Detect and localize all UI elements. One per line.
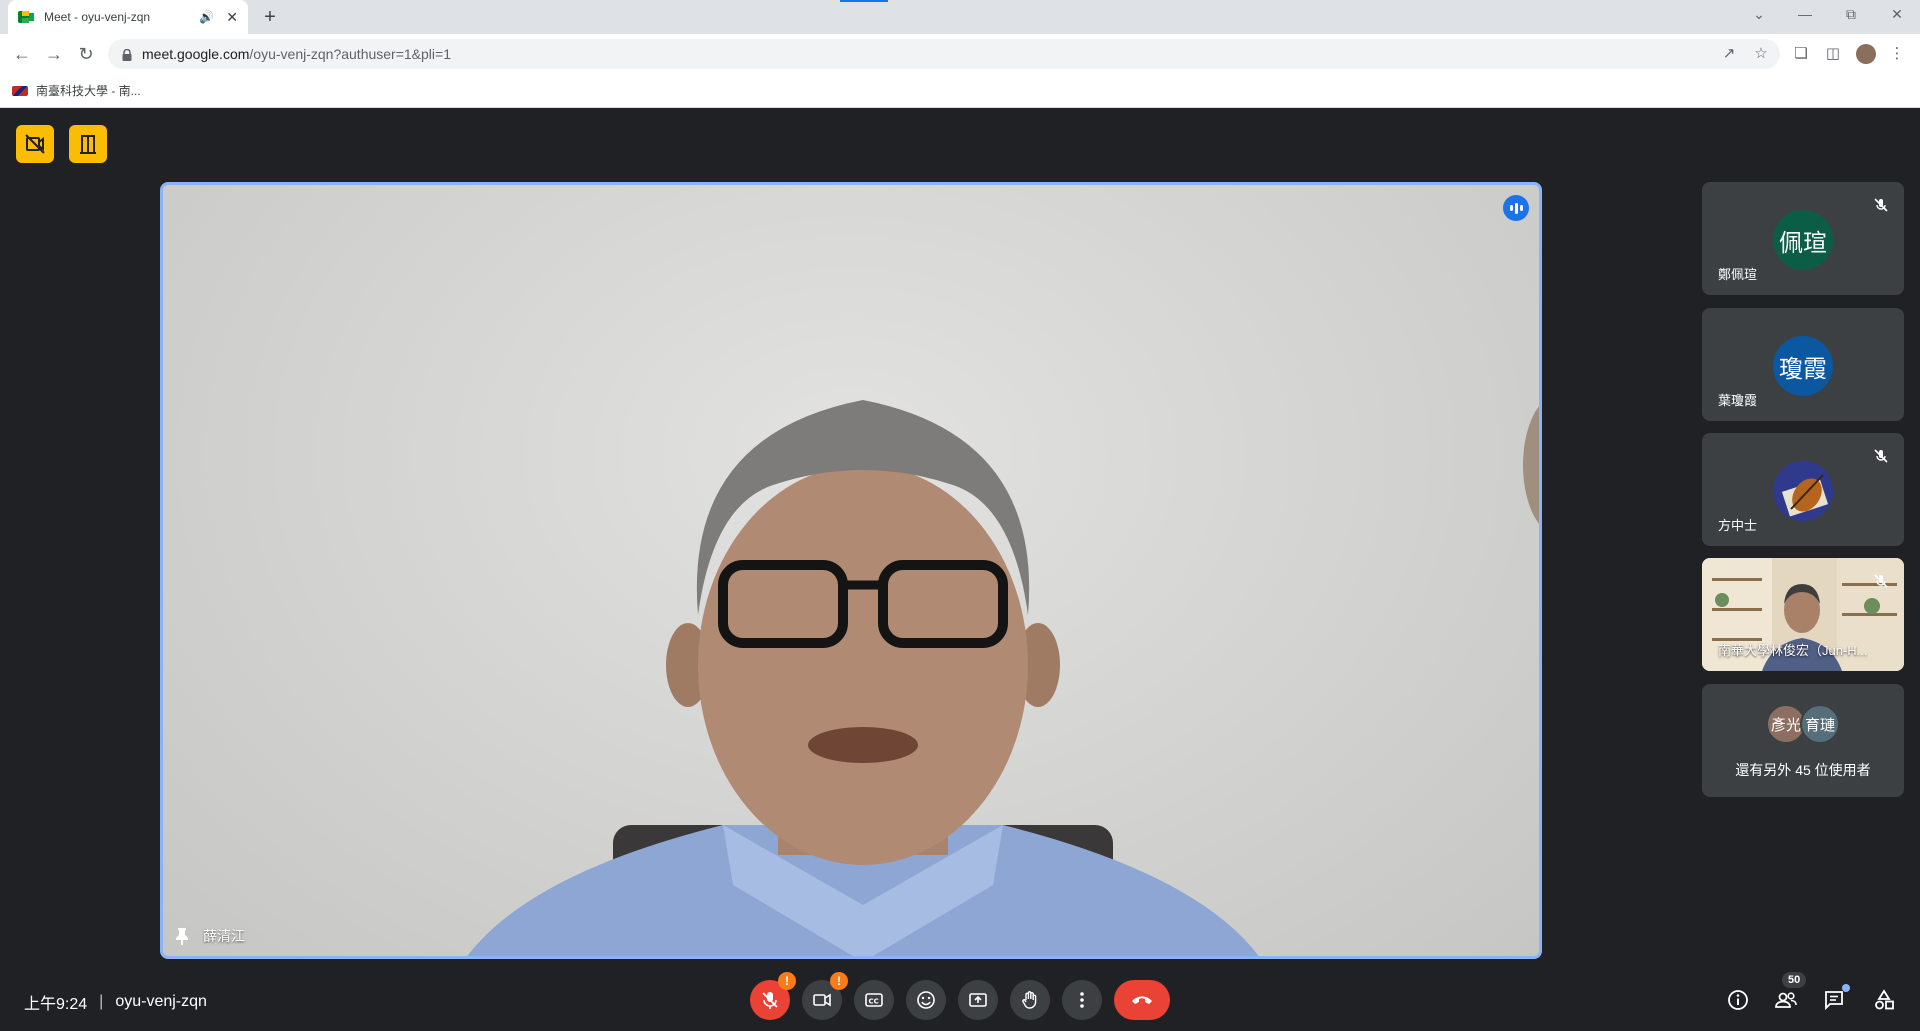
present-screen-button[interactable]	[958, 980, 998, 1020]
browser-toolbar: ← → ↻ meet.google.com/oyu-venj-zqn?authu…	[0, 34, 1920, 74]
chat-button[interactable]	[1816, 982, 1852, 1018]
camera-toggle-button[interactable]: !	[802, 972, 848, 1020]
school-logo-icon	[12, 85, 28, 96]
captions-button[interactable]: CC	[854, 980, 894, 1020]
leave-call-button[interactable]	[1114, 980, 1170, 1020]
window-close-icon[interactable]: ✕	[1874, 0, 1920, 28]
participant-video-tile[interactable]: 南華大學林俊宏（Jun-H...	[1702, 558, 1904, 671]
mic-off-icon	[762, 992, 778, 1009]
people-icon	[1775, 992, 1797, 1008]
lock-icon[interactable]	[122, 48, 132, 61]
meeting-info: 上午9:24 | oyu-venj-zqn	[24, 990, 207, 1014]
reactions-button[interactable]	[906, 980, 946, 1020]
participant-name: 南華大學林俊宏（Jun-H...	[1718, 643, 1868, 658]
main-speaker-name: 薛清江	[203, 928, 245, 944]
mic-off-icon	[1870, 194, 1892, 216]
meeting-room-button[interactable]	[69, 125, 107, 163]
more-vert-icon	[1080, 992, 1084, 1008]
speaker-icon[interactable]: 🔊	[199, 10, 214, 24]
participant-name: 方中士	[1718, 518, 1758, 533]
meeting-controls-bar: 上午9:24 | oyu-venj-zqn ! ! CC 50	[0, 968, 1920, 1031]
url-text: meet.google.com/oyu-venj-zqn?authuser=1&…	[142, 46, 451, 62]
mic-off-icon	[1870, 570, 1892, 592]
main-video-tile[interactable]: 薛清江	[160, 182, 1542, 959]
camera-off-icon	[813, 993, 831, 1007]
participant-tile[interactable]: 佩瑄 鄭佩瑄	[1702, 182, 1904, 295]
avatar: 瓊霞	[1773, 336, 1833, 396]
speaker-video	[467, 400, 1539, 956]
reload-icon[interactable]: ↻	[74, 42, 98, 66]
violin-image	[1773, 461, 1833, 521]
speaking-indicator-icon	[1503, 195, 1529, 221]
bookmark-item[interactable]: 南臺科技大學 - 南...	[12, 82, 141, 99]
video-off-icon	[25, 134, 45, 154]
tab-indicator	[840, 0, 888, 2]
present-icon	[969, 993, 987, 1007]
participant-count-badge: 50	[1782, 972, 1807, 988]
host-controls-button[interactable]	[16, 125, 54, 163]
pin-icon[interactable]	[175, 927, 189, 945]
browser-tab[interactable]: Meet - oyu-venj-zqn 🔊 ✕	[8, 0, 248, 34]
avatar: 佩瑄	[1773, 210, 1833, 270]
avatar: 育璉	[1800, 704, 1840, 744]
more-vert-icon[interactable]: ⋮	[1886, 43, 1908, 65]
meeting-time: 上午9:24	[24, 996, 88, 1013]
separator: |	[99, 993, 104, 1010]
restore-icon[interactable]: ⧉	[1828, 0, 1874, 28]
door-icon	[80, 135, 96, 154]
arrow-right-icon[interactable]: →	[42, 42, 66, 66]
people-button[interactable]: 50	[1768, 972, 1807, 1018]
info-icon	[1728, 990, 1748, 1010]
more-participants-tile[interactable]: 彥光 育璉 還有另外 45 位使用者	[1702, 684, 1904, 797]
mic-off-icon	[1870, 445, 1892, 467]
tab-strip: Meet - oyu-venj-zqn 🔊 ✕ + ⌄ — ⧉ ✕	[0, 0, 1920, 34]
emoji-icon	[917, 991, 935, 1009]
more-participants-label: 還有另外 45 位使用者	[1735, 762, 1871, 778]
participant-tile[interactable]: 方中士	[1702, 433, 1904, 546]
warning-badge: !	[830, 972, 848, 990]
star-icon[interactable]: ☆	[1752, 44, 1770, 64]
extensions-icon[interactable]: ❏	[1790, 43, 1812, 65]
address-bar[interactable]: meet.google.com/oyu-venj-zqn?authuser=1&…	[108, 39, 1780, 69]
bookmark-label: 南臺科技大學 - 南...	[36, 84, 141, 98]
chat-icon	[1825, 991, 1843, 1011]
side-panel-icon[interactable]: ◫	[1822, 43, 1844, 65]
shapes-icon	[1875, 989, 1894, 1010]
google-meet-favicon-icon	[18, 9, 34, 25]
warning-badge: !	[778, 972, 796, 990]
unread-dot	[1842, 984, 1850, 992]
chevron-down-icon[interactable]: ⌄	[1736, 0, 1782, 28]
closed-captions-icon: CC	[865, 993, 883, 1007]
meeting-details-button[interactable]	[1720, 982, 1756, 1018]
meeting-code: oyu-venj-zqn	[115, 993, 207, 1010]
main-speaker-nameplate: 薛清江	[175, 926, 245, 946]
more-options-button[interactable]	[1062, 980, 1102, 1020]
raise-hand-button[interactable]	[1010, 980, 1050, 1020]
meet-stage: 薛清江 佩瑄 鄭佩瑄 瓊霞 葉瓊霞 方中士 南華大學林俊宏（Jun-H... 彥…	[0, 108, 1920, 1031]
hang-up-icon	[1132, 996, 1152, 1004]
participant-tile[interactable]: 瓊霞 葉瓊霞	[1702, 308, 1904, 421]
avatar	[1773, 461, 1833, 521]
minimize-icon[interactable]: —	[1782, 0, 1828, 28]
share-icon[interactable]: ↗	[1720, 44, 1738, 64]
bookmarks-bar: 南臺科技大學 - 南...	[0, 74, 1920, 108]
hand-icon	[1022, 991, 1037, 1009]
close-icon[interactable]: ✕	[226, 9, 238, 26]
tab-title: Meet - oyu-venj-zqn	[44, 10, 151, 24]
participant-name: 鄭佩瑄	[1718, 267, 1758, 282]
profile-avatar[interactable]	[1856, 44, 1876, 64]
mic-toggle-button[interactable]: !	[750, 972, 796, 1020]
activities-button[interactable]	[1866, 982, 1902, 1018]
new-tab-button[interactable]: +	[258, 5, 282, 29]
svg-text:CC: CC	[869, 998, 879, 1006]
participant-name: 葉瓊霞	[1718, 393, 1758, 408]
arrow-left-icon[interactable]: ←	[10, 42, 34, 66]
